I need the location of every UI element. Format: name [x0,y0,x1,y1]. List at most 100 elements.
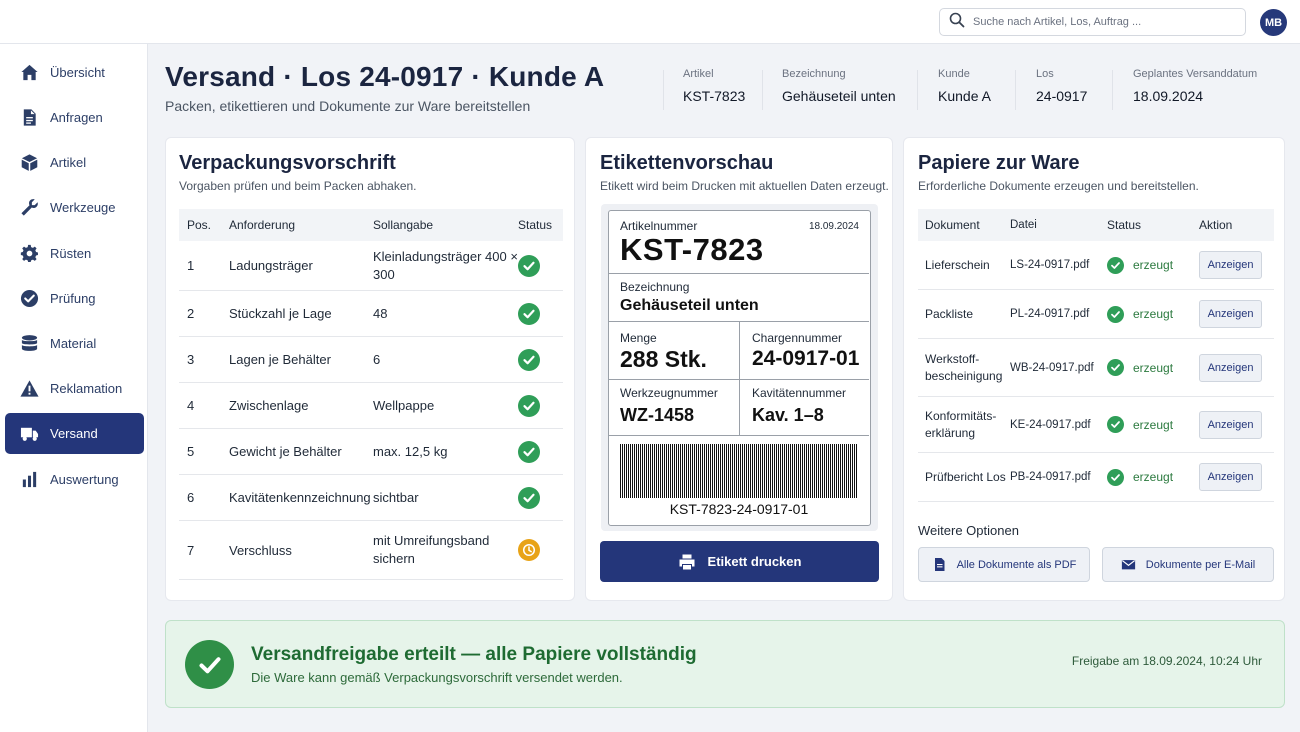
table-row[interactable]: 1 Ladungsträger Kleinladungsträger 400 ×… [179,241,563,291]
search-icon [949,12,965,33]
packing-title: Verpackungsvorschrift [179,152,396,174]
sidebar-item-uebersicht[interactable]: Übersicht [5,52,144,93]
check-icon[interactable] [518,394,540,417]
check-icon[interactable] [518,254,540,277]
row-requirement: Ladungsträger [229,258,313,273]
label-desc-caption: Bezeichnung [620,280,690,294]
check-icon [185,640,234,689]
view-document-button[interactable]: Anzeigen [1199,300,1262,328]
column-header-target: Sollangabe [373,218,434,232]
label-date: 18.09.2024 [808,221,859,232]
sidebar-item-versand[interactable]: Versand [5,413,144,454]
label-tool-value: WZ-1458 [620,405,695,425]
search-box[interactable] [939,8,1246,36]
check-icon[interactable] [518,348,540,371]
pdf-document-icon [934,558,945,571]
meta-versanddatum: Geplantes Versanddatum 18.09.2024 [1133,68,1257,110]
row-file[interactable]: LS-24-0917.pdf [1010,259,1107,271]
row-file[interactable]: PB-24-0917.pdf [1010,471,1107,483]
check-icon[interactable] [518,302,540,325]
sidebar-item-reklamation[interactable]: Reklamation [5,368,144,409]
meta-divider [663,70,664,110]
check-icon[interactable] [518,440,540,463]
label-preview-subtitle: Etikett wird beim Drucken mit aktuellen … [600,179,889,193]
column-header-document: Dokument [925,217,980,232]
bar-chart-icon [19,470,39,490]
sidebar-item-anfragen[interactable]: Anfragen [5,97,144,138]
gear-icon [19,244,39,264]
row-pos: 6 [187,490,195,505]
table-row[interactable]: 4 Zwischenlage Wellpappe [179,383,563,429]
table-row[interactable]: 3 Lagen je Behälter 6 [179,337,563,383]
sidebar-item-label: Anfragen [50,110,103,125]
row-requirement: Lagen je Behälter [229,352,331,367]
sidebar-item-werkzeuge[interactable]: Werkzeuge [5,187,144,228]
print-label-button[interactable]: Etikett drucken [600,541,879,582]
meta-label: Artikel [683,68,714,80]
email-documents-label: Dokumente per E-Mail [1145,558,1256,571]
row-pos: 7 [187,542,195,558]
table-header: Pos. Anforderung Sollangabe Status [179,209,563,241]
warning-icon [19,379,39,399]
user-avatar[interactable]: MB [1260,9,1287,36]
packing-table: Pos. Anforderung Sollangabe Status 1 Lad… [179,209,563,580]
meta-value: Kunde A [938,88,991,104]
sidebar-item-auswertung[interactable]: Auswertung [5,459,144,500]
table-row[interactable]: 7 Verschluss mit Umreifungsband sichern [179,521,563,580]
row-file[interactable]: WB-24-0917.pdf [1010,362,1107,374]
sidebar-item-material[interactable]: Material [5,323,144,364]
meta-divider [1112,70,1113,110]
view-document-button[interactable]: Anzeigen [1199,251,1262,279]
sidebar: Übersicht Anfragen Artikel Werkzeuge Rüs… [0,44,148,732]
row-requirement: Verschluss [229,542,292,558]
sidebar-item-pruefung[interactable]: Prüfung [5,278,144,319]
sidebar-item-label: Material [50,336,97,351]
check-icon[interactable] [518,486,540,509]
sidebar-item-label: Versand [50,426,98,441]
search-input[interactable] [973,16,1233,28]
row-file[interactable]: KE-24-0917.pdf [1010,419,1107,431]
row-pos: 2 [187,306,195,321]
row-file[interactable]: PL-24-0917.pdf [1010,308,1107,320]
sidebar-item-ruesten[interactable]: Rüsten [5,233,144,274]
table-row[interactable]: 2 Stückzahl je Lage 48 [179,291,563,337]
label-preview-card: Etikettenvorschau Etikett wird beim Druc… [585,137,893,601]
label-batch-value: 24-0917-01 [752,347,860,370]
row-status: erzeugt [1133,417,1174,432]
row-document: Konformitäts-erklärung [925,408,997,440]
row-pos: 1 [187,258,195,273]
view-document-button[interactable]: Anzeigen [1199,410,1262,439]
email-documents-button[interactable]: Dokumente per E-Mail [1102,547,1274,582]
all-documents-pdf-button[interactable]: Alle Dokumente als PDF [918,547,1090,582]
documents-card: Papiere zur Ware Erforderliche Dokumente… [903,137,1285,601]
row-status: erzeugt [1133,470,1174,484]
meta-los: Los 24-0917 [1036,68,1087,110]
label-cav-value: Kav. 1–8 [752,405,824,425]
meta-value: 24-0917 [1036,88,1088,104]
label-quantity: Menge 288 Stk. [620,331,707,373]
row-target: Kleinladungsträger 400 × 300 [373,248,518,282]
label-preview-area: Artikelnummer KST-7823 18.09.2024 Bezeic… [601,204,878,531]
row-target: max. 12,5 kg [373,443,448,459]
view-document-button[interactable]: Anzeigen [1199,353,1262,382]
sidebar-item-label: Werkzeuge [50,200,116,215]
table-row[interactable]: 6 Kavitätenkennzeichnung sichtbar [179,475,563,521]
meta-label: Kunde [938,68,970,80]
label-article-caption: Artikelnummer [620,219,698,233]
table-header: Dokument Datei Status Aktion [918,209,1274,241]
table-row: Konformitäts-erklärung KE-24-0917.pdf er… [918,397,1274,453]
view-document-button[interactable]: Anzeigen [1199,463,1262,491]
home-icon [19,63,39,83]
meta-divider [762,70,763,110]
meta-value: Gehäuseteil unten [782,88,896,104]
meta-label: Geplantes Versanddatum [1133,68,1258,80]
table-row[interactable]: 5 Gewicht je Behälter max. 12,5 kg [179,429,563,475]
row-document: Packliste [925,306,974,321]
label-batch-caption: Chargennummer [752,331,843,345]
label-desc-value: Gehäuseteil unten [620,297,759,314]
clock-icon[interactable] [518,539,540,561]
label-divider [609,435,869,436]
row-target: mit Umreifungsband sichern [373,533,490,566]
sidebar-item-artikel[interactable]: Artikel [5,142,144,183]
label-qty-value: 288 Stk. [620,346,707,372]
